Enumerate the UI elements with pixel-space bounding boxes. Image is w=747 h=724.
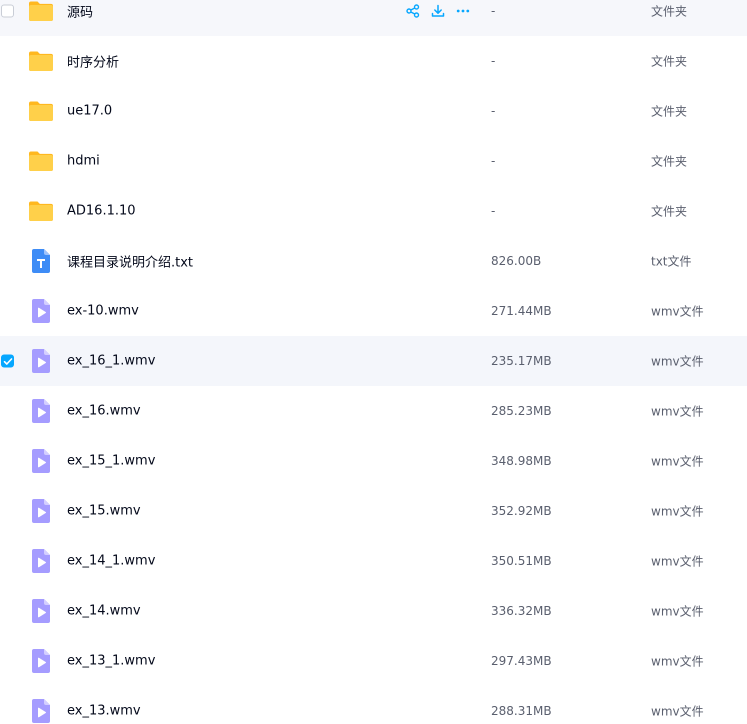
file-type: 文件夹 [651, 4, 688, 19]
video-file-icon [28, 698, 54, 724]
file-size: 297.43MB [491, 654, 552, 668]
file-name[interactable]: 源码 [67, 2, 93, 21]
file-name[interactable]: hdmi [67, 154, 100, 169]
file-size: 235.17MB [491, 354, 552, 368]
file-size: 352.92MB [491, 504, 552, 518]
file-name[interactable]: ue17.0 [67, 104, 112, 119]
file-type: 文件夹 [651, 204, 688, 219]
file-row[interactable]: ex_16.wmv 285.23MB wmv文件 [0, 386, 747, 436]
file-name[interactable]: 时序分析 [67, 52, 119, 71]
file-row[interactable]: ex_16_1.wmv 235.17MB wmv文件 [0, 336, 747, 386]
file-row[interactable]: hdmi - 文件夹 [0, 136, 747, 186]
video-file-icon [28, 598, 54, 624]
file-row[interactable]: 时序分析 - 文件夹 [0, 36, 747, 86]
file-row[interactable]: ex_13_1.wmv 297.43MB wmv文件 [0, 636, 747, 686]
download-icon[interactable] [429, 2, 447, 20]
row-checkbox[interactable] [1, 4, 14, 18]
file-type: wmv文件 [651, 604, 704, 619]
video-file-icon [28, 398, 54, 424]
file-name[interactable]: ex_15.wmv [67, 504, 141, 519]
file-size: 336.32MB [491, 604, 552, 618]
file-type: wmv文件 [651, 454, 704, 469]
video-file-icon [28, 298, 54, 324]
video-file-icon [28, 448, 54, 474]
file-row[interactable]: ex_14_1.wmv 350.51MB wmv文件 [0, 536, 747, 586]
file-size: 288.31MB [491, 704, 552, 718]
file-type: wmv文件 [651, 404, 704, 419]
row-actions [404, 2, 479, 20]
file-type: 文件夹 [651, 104, 688, 119]
folder-icon [28, 198, 54, 224]
file-name[interactable]: ex_16_1.wmv [67, 354, 155, 369]
more-icon[interactable] [454, 2, 472, 20]
folder-icon [28, 98, 54, 124]
file-row[interactable]: ex_14.wmv 336.32MB wmv文件 [0, 586, 747, 636]
folder-icon [28, 0, 54, 24]
file-size: 348.98MB [491, 454, 552, 468]
txt-file-icon [28, 248, 54, 274]
file-name[interactable]: ex-10.wmv [67, 304, 139, 319]
file-type: wmv文件 [651, 704, 704, 719]
file-type: wmv文件 [651, 354, 704, 369]
file-row[interactable]: ex_15_1.wmv 348.98MB wmv文件 [0, 436, 747, 486]
file-type: wmv文件 [651, 554, 704, 569]
file-size: - [491, 4, 496, 18]
file-type: 文件夹 [651, 154, 688, 169]
folder-icon [28, 148, 54, 174]
share-icon[interactable] [404, 2, 422, 20]
file-name[interactable]: AD16.1.10 [67, 204, 136, 219]
file-type: wmv文件 [651, 654, 704, 669]
file-list: 源码 - 文件夹 时序分析 - 文件夹 ue17.0- 文件夹 hdmi - 文件夹 AD16.1.1… [0, 0, 747, 724]
file-size: 350.51MB [491, 554, 552, 568]
file-name[interactable]: ex_14_1.wmv [67, 554, 155, 569]
file-size: 271.44MB [491, 304, 552, 318]
file-name[interactable]: ex_13_1.wmv [67, 654, 155, 669]
file-size: - [491, 54, 496, 68]
file-type: 文件夹 [651, 54, 688, 69]
file-size: 285.23MB [491, 404, 552, 418]
video-file-icon [28, 648, 54, 674]
video-file-icon [28, 548, 54, 574]
file-size: - [491, 154, 496, 168]
file-row[interactable]: 课程目录说明介绍.txt 826.00B txt文件 [0, 236, 747, 286]
file-name[interactable]: ex_16.wmv [67, 404, 141, 419]
file-name[interactable]: ex_13.wmv [67, 704, 141, 719]
file-type: wmv文件 [651, 304, 704, 319]
file-name[interactable]: ex_15_1.wmv [67, 454, 155, 469]
file-name[interactable]: 课程目录说明介绍.txt [67, 252, 193, 271]
file-size: - [491, 204, 496, 218]
file-row[interactable]: AD16.1.10 - 文件夹 [0, 186, 747, 236]
file-row[interactable]: ue17.0 - 文件夹 [0, 86, 747, 136]
folder-icon [28, 48, 54, 74]
file-row[interactable]: ex_13.wmv 288.31MB wmv文件 [0, 686, 747, 724]
row-checkbox-checked[interactable] [1, 354, 14, 368]
file-type: txt文件 [651, 254, 692, 269]
file-row[interactable]: ex-10.wmv 271.44MB wmv文件 [0, 286, 747, 336]
video-file-icon [28, 348, 54, 374]
file-row[interactable]: 源码 - 文件夹 [0, 0, 747, 36]
file-size: 826.00B [491, 254, 542, 268]
video-file-icon [28, 498, 54, 524]
file-type: wmv文件 [651, 504, 704, 519]
file-row[interactable]: ex_15.wmv 352.92MB wmv文件 [0, 486, 747, 536]
file-name[interactable]: ex_14.wmv [67, 604, 141, 619]
file-size: - [491, 104, 496, 118]
